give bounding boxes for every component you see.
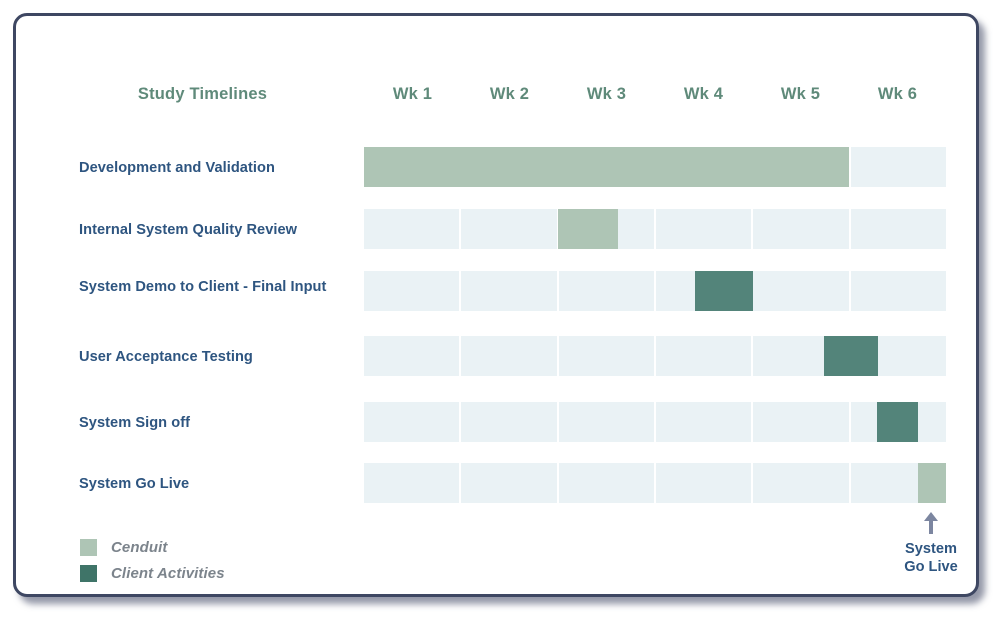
track-cell: [461, 402, 557, 442]
go-live-annotation: System Go Live: [876, 511, 986, 577]
track-cell: [655, 402, 752, 442]
timeline-track-system-go-live: [364, 463, 946, 503]
track-cell: [364, 209, 460, 249]
track-cell: [753, 209, 849, 249]
legend-item-cenduit[interactable]: Cenduit: [80, 534, 225, 560]
track-cell: [558, 336, 654, 376]
column-header-wk-3: Wk 3: [586, 85, 627, 103]
legend-swatch-cenduit: [80, 538, 97, 556]
track-cell: [364, 336, 460, 376]
track-cell: [850, 271, 946, 311]
legend-label-client-activities: Client Activities: [111, 564, 225, 582]
track-cell: [558, 402, 654, 442]
track-cell: [364, 402, 460, 442]
track-cell: [461, 336, 557, 376]
gantt-bar-development-and-validation[interactable]: [364, 147, 849, 187]
arrow-up-icon: [924, 512, 938, 534]
row-label-user-acceptance-testing: User Acceptance Testing: [79, 349, 253, 365]
timeline-track-internal-system-quality-review: [364, 209, 946, 249]
gantt-bar-system-go-live[interactable]: [918, 463, 946, 503]
legend-item-client-activities[interactable]: Client Activities: [80, 560, 225, 586]
gantt-bar-system-demo-to-client[interactable]: [695, 271, 753, 311]
row-label-internal-system-quality-review: Internal System Quality Review: [79, 222, 298, 238]
track-cell: [364, 271, 460, 311]
track-cell: [461, 209, 557, 249]
track-cell: [364, 463, 460, 503]
gantt-bar-user-acceptance-testing[interactable]: [824, 336, 878, 376]
go-live-annotation-label: System Go Live: [904, 541, 958, 575]
row-label-system-sign-off: System Sign off: [79, 415, 191, 431]
gantt-bar-internal-system-quality-review[interactable]: [558, 209, 618, 249]
column-header-wk-6: Wk 6: [877, 85, 918, 103]
track-cell: [655, 336, 752, 376]
legend-swatch-client-activities: [80, 564, 97, 582]
track-cell: [655, 463, 752, 503]
track-cell: [753, 271, 849, 311]
track-cell: [558, 271, 654, 311]
column-header-wk-1: Wk 1: [392, 85, 433, 103]
screenshot-canvas: Study Timelines Wk 1 Wk 2 Wk 3 Wk 4 Wk 5…: [0, 0, 1000, 628]
track-cell: [850, 147, 946, 187]
track-cell: [753, 463, 849, 503]
column-header-wk-5: Wk 5: [780, 85, 821, 103]
row-label-system-demo-to-client: System Demo to Client - Final Input: [79, 279, 327, 295]
timeline-card: Study Timelines Wk 1 Wk 2 Wk 3 Wk 4 Wk 5…: [13, 13, 979, 597]
track-cell: [850, 209, 946, 249]
track-cell: [753, 402, 849, 442]
column-header-wk-4: Wk 4: [683, 85, 724, 103]
page-title: Study Timelines: [137, 85, 268, 103]
timeline-track-system-demo-to-client: [364, 271, 946, 311]
track-cell: [558, 463, 654, 503]
column-header-wk-2: Wk 2: [489, 85, 530, 103]
legend: Cenduit Client Activities: [80, 534, 225, 586]
track-cell: [655, 209, 752, 249]
row-label-development-and-validation: Development and Validation: [79, 160, 275, 176]
track-cell: [461, 271, 557, 311]
timeline-track-system-sign-off: [364, 402, 946, 442]
track-cell: [461, 463, 557, 503]
legend-label-cenduit: Cenduit: [111, 538, 168, 556]
gantt-bar-system-sign-off[interactable]: [877, 402, 918, 442]
gantt-chart: Study Timelines Wk 1 Wk 2 Wk 3 Wk 4 Wk 5…: [16, 16, 976, 594]
row-label-system-go-live: System Go Live: [79, 476, 190, 492]
